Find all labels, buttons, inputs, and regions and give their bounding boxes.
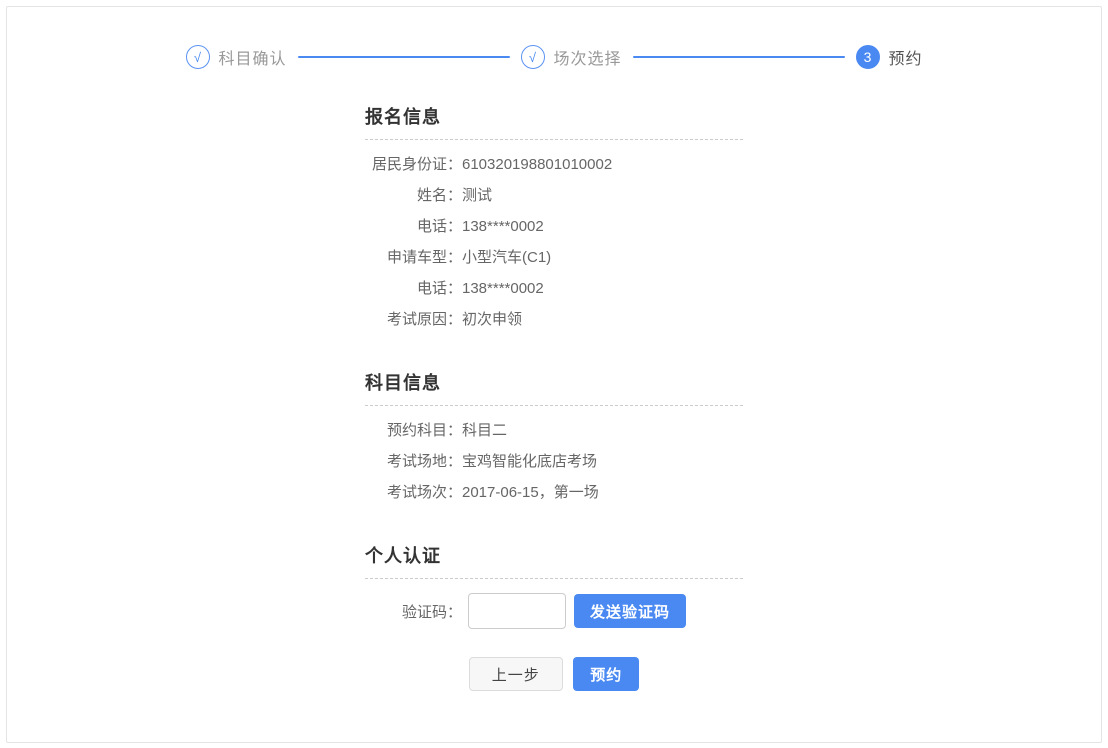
step-check-icon: √ [521, 45, 545, 69]
step-session-select[interactable]: √ 场次选择 [521, 45, 622, 69]
step-label: 预约 [889, 45, 923, 69]
captcha-row: 验证码： 发送验证码 [365, 593, 743, 629]
info-value: 小型汽车(C1) [462, 249, 551, 266]
info-value: 初次申领 [462, 311, 522, 328]
info-row: 预约科目：科目二 [365, 415, 743, 446]
stepper: √ 科目确认 √ 场次选择 3 预约 [186, 45, 923, 69]
info-rows: 预约科目：科目二 考试场地：宝鸡智能化底店考场 考试场次：2017-06-15，… [365, 406, 743, 508]
step-reservation[interactable]: 3 预约 [856, 45, 923, 69]
info-label: 考试原因： [365, 304, 462, 335]
main-content: 报名信息 居民身份证：610320198801010002 姓名：测试 电话：1… [365, 103, 743, 691]
back-button[interactable]: 上一步 [469, 657, 563, 691]
section-title: 个人认证 [365, 542, 743, 579]
info-row: 考试场次：2017-06-15，第一场 [365, 477, 743, 508]
submit-button[interactable]: 预约 [573, 657, 639, 691]
captcha-input[interactable] [468, 593, 566, 629]
step-label: 科目确认 [219, 45, 287, 69]
info-row: 电话：138****0002 [365, 273, 743, 304]
step-check-icon: √ [186, 45, 210, 69]
step-connector [298, 56, 510, 58]
info-rows: 居民身份证：610320198801010002 姓名：测试 电话：138***… [365, 140, 743, 335]
info-value: 138****0002 [462, 218, 544, 235]
captcha-label: 验证码： [365, 601, 462, 622]
info-label: 居民身份证： [365, 149, 462, 180]
info-row: 居民身份证：610320198801010002 [365, 149, 743, 180]
info-label: 申请车型： [365, 242, 462, 273]
info-row: 姓名：测试 [365, 180, 743, 211]
section-registration-info: 报名信息 居民身份证：610320198801010002 姓名：测试 电话：1… [365, 103, 743, 335]
step-connector [633, 56, 845, 58]
info-row: 考试原因：初次申领 [365, 304, 743, 335]
step-number: 3 [856, 45, 880, 69]
section-title: 科目信息 [365, 369, 743, 406]
step-subject-confirm[interactable]: √ 科目确认 [186, 45, 287, 69]
info-label: 预约科目： [365, 415, 462, 446]
section-subject-info: 科目信息 预约科目：科目二 考试场地：宝鸡智能化底店考场 考试场次：2017-0… [365, 369, 743, 508]
page-container: √ 科目确认 √ 场次选择 3 预约 报名信息 居民身份证：6103201988… [6, 6, 1102, 743]
info-label: 考试场地： [365, 446, 462, 477]
section-title: 报名信息 [365, 103, 743, 140]
info-row: 考试场地：宝鸡智能化底店考场 [365, 446, 743, 477]
info-label: 考试场次： [365, 477, 462, 508]
info-value: 610320198801010002 [462, 156, 612, 173]
info-value: 2017-06-15，第一场 [462, 484, 599, 501]
info-label: 电话： [365, 273, 462, 304]
info-value: 测试 [462, 187, 492, 204]
info-value: 138****0002 [462, 280, 544, 297]
info-value: 科目二 [462, 422, 507, 439]
info-label: 电话： [365, 211, 462, 242]
send-code-button[interactable]: 发送验证码 [574, 594, 686, 628]
actions-bar: 上一步 预约 [365, 657, 743, 691]
info-value: 宝鸡智能化底店考场 [462, 453, 597, 470]
info-row: 申请车型：小型汽车(C1) [365, 242, 743, 273]
step-label: 场次选择 [554, 45, 622, 69]
info-label: 姓名： [365, 180, 462, 211]
section-personal-verification: 个人认证 验证码： 发送验证码 [365, 542, 743, 629]
info-row: 电话：138****0002 [365, 211, 743, 242]
